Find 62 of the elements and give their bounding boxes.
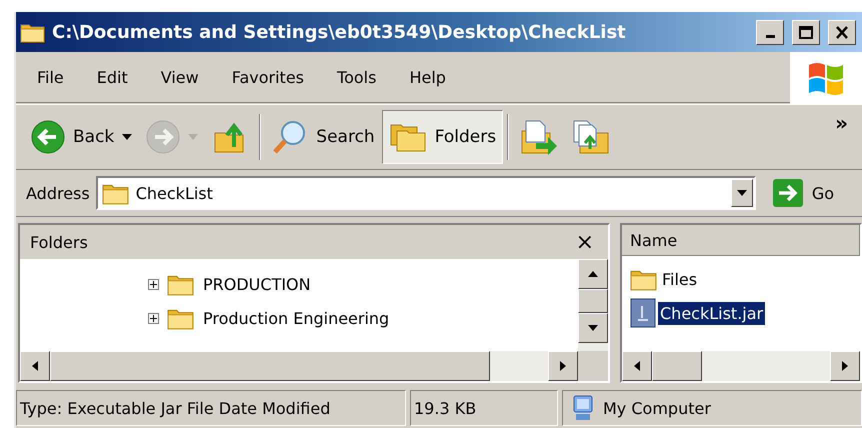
- scroll-right-button[interactable]: [830, 351, 860, 381]
- address-label: Address: [26, 184, 90, 202]
- scroll-right-arrow-icon: [558, 361, 568, 371]
- folders-button[interactable]: Folders: [382, 110, 504, 164]
- window-title: C:\Documents and Settings\eb0t3549\Desktop\CheckList: [52, 22, 627, 42]
- address-field[interactable]: CheckList: [96, 176, 756, 210]
- scroll-right-arrow-icon: [840, 361, 850, 371]
- expand-toggle[interactable]: [148, 278, 159, 290]
- minimize-icon: [766, 35, 774, 38]
- search-button[interactable]: Search: [265, 110, 382, 164]
- dropdown-caret-icon: [122, 134, 132, 140]
- go-button[interactable]: Go: [762, 178, 854, 208]
- vertical-scrollbar[interactable]: [578, 259, 608, 351]
- scroll-right-button[interactable]: [548, 351, 578, 381]
- scrollbar-corner: [578, 351, 608, 381]
- scroll-down-button[interactable]: [578, 313, 608, 343]
- close-pane-button[interactable]: ×: [572, 230, 598, 254]
- scroll-left-button[interactable]: [622, 351, 652, 381]
- maximize-button[interactable]: [792, 20, 820, 44]
- folder-entry[interactable]: Files: [660, 268, 700, 290]
- minimize-button[interactable]: [756, 20, 784, 44]
- maximize-icon: [799, 26, 813, 38]
- menu-item[interactable]: Edit: [86, 64, 139, 91]
- tree-item[interactable]: Production Engineering: [203, 308, 390, 328]
- file-icon: [630, 298, 656, 328]
- computer-icon: [571, 394, 595, 422]
- dropdown-button[interactable]: [730, 179, 753, 207]
- scroll-down-arrow-icon: [588, 323, 598, 333]
- menu-item[interactable]: Help: [398, 64, 457, 91]
- plus-icon: [150, 314, 157, 322]
- list-entry[interactable]: CheckList.jar: [658, 302, 766, 324]
- menu-item[interactable]: View: [150, 64, 210, 91]
- scroll-left-arrow-icon: [632, 361, 642, 371]
- scroll-up-button[interactable]: [578, 259, 608, 289]
- expand-toggle[interactable]: [148, 312, 159, 324]
- dropdown-caret-icon: [736, 190, 747, 196]
- windows-flag-icon: [806, 60, 846, 96]
- toolbar-overflow[interactable]: »: [835, 111, 848, 135]
- scroll-thumb[interactable]: [652, 351, 702, 381]
- horizontal-scrollbar[interactable]: [20, 351, 578, 381]
- scroll-left-button[interactable]: [20, 351, 50, 381]
- scroll-thumb[interactable]: [578, 289, 608, 313]
- scroll-left-arrow-icon: [30, 361, 40, 371]
- menu-item[interactable]: File: [26, 64, 75, 91]
- close-button[interactable]: [828, 20, 856, 44]
- status-text: 19.3 KB: [410, 390, 558, 426]
- back-button[interactable]: Back: [24, 110, 140, 164]
- scroll-thumb[interactable]: [50, 351, 490, 381]
- copy-to-folder-icon: [572, 119, 610, 155]
- close-icon: [835, 26, 849, 38]
- dropdown-caret-icon: [188, 134, 198, 140]
- move-to-folder-icon: [520, 119, 558, 155]
- column-header[interactable]: Name: [622, 225, 860, 256]
- tree-item[interactable]: PRODUCTION: [203, 274, 311, 294]
- horizontal-scrollbar[interactable]: [622, 351, 860, 381]
- scroll-up-arrow-icon: [588, 269, 598, 279]
- pane-title: Folders: [30, 232, 88, 252]
- status-text: My Computer: [562, 390, 862, 426]
- menu-item[interactable]: Favorites: [220, 64, 316, 91]
- menu-item[interactable]: Tools: [326, 64, 388, 91]
- plus-icon: [150, 280, 157, 288]
- status-text: Type: Executable Jar File Date Modified: [16, 390, 406, 426]
